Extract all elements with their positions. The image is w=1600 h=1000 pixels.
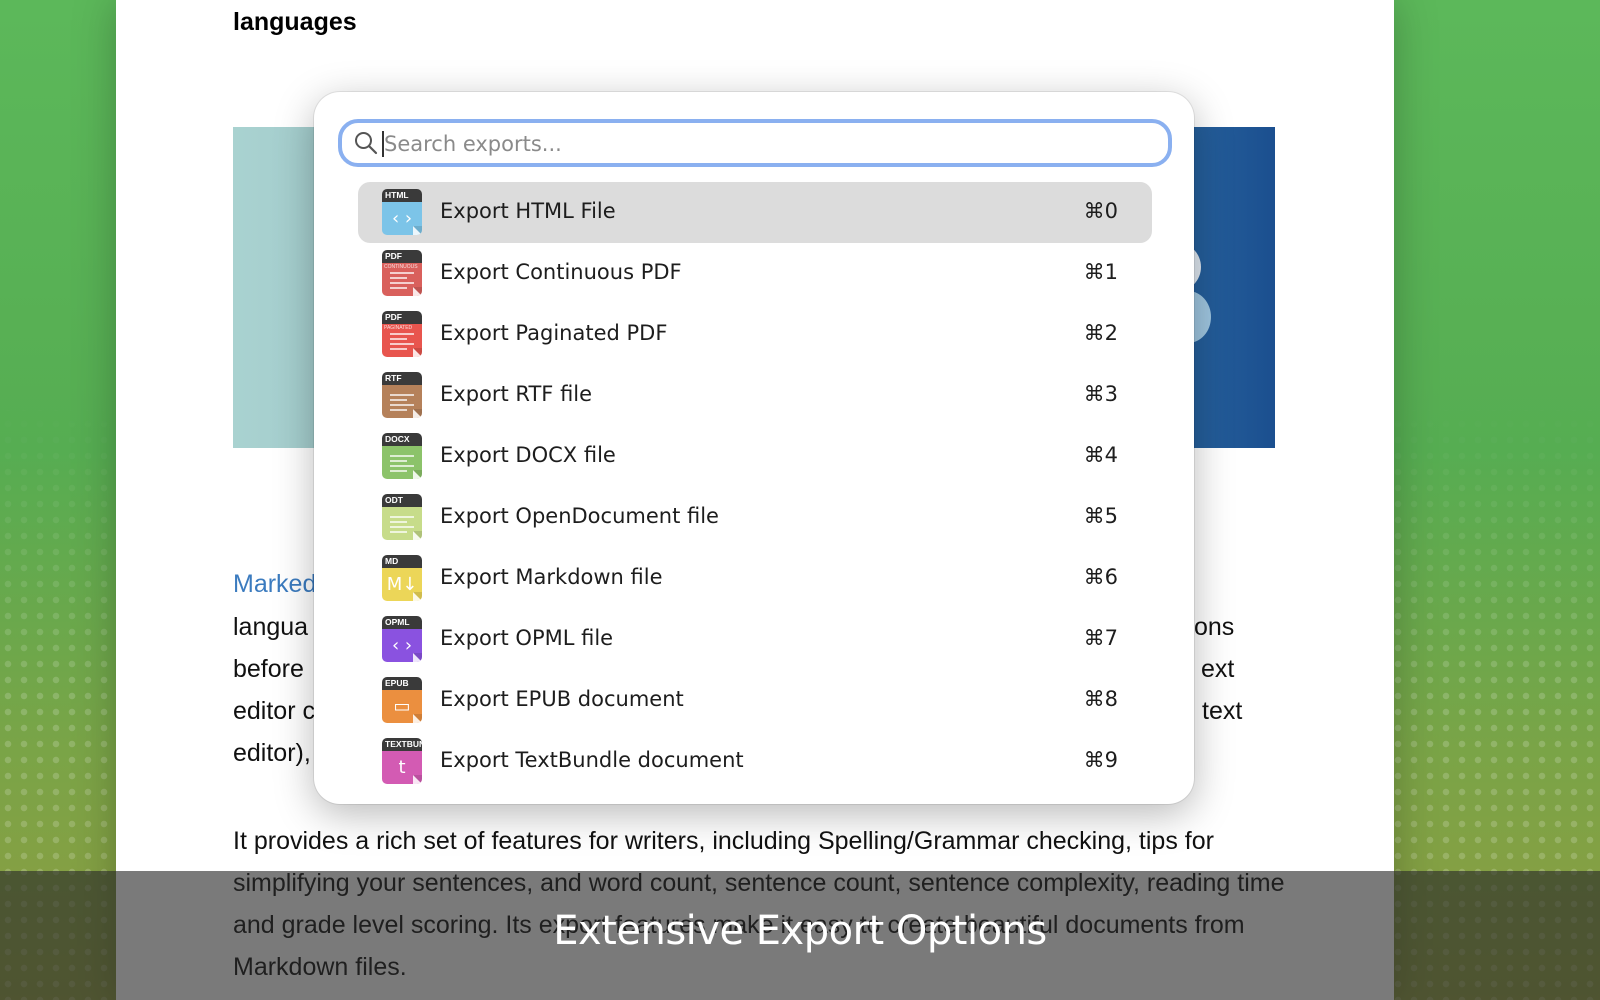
page-fold-icon xyxy=(413,409,422,418)
file-type-badge: MD xyxy=(382,555,422,568)
file-type-subbadge: CONTINUOUS xyxy=(384,264,418,270)
caption-text: Extensive Export Options xyxy=(553,908,1047,954)
background-pattern-left xyxy=(0,0,120,1000)
file-type-icon: RTF xyxy=(382,372,422,418)
page-fold-icon xyxy=(413,653,422,662)
export-item-label: Export EPUB document xyxy=(440,687,684,711)
search-field[interactable] xyxy=(338,119,1172,167)
document-lines-icon xyxy=(390,516,414,536)
file-type-badge: PDF xyxy=(382,311,422,324)
file-type-badge: PDF xyxy=(382,250,422,263)
keyboard-shortcut: ⌘1 xyxy=(1083,260,1118,284)
file-type-icon: TEXTBUNDLEt xyxy=(382,738,422,784)
file-type-badge: ODT xyxy=(382,494,422,507)
file-type-icon: DOCX xyxy=(382,433,422,479)
file-type-icon: OPML ‹ › xyxy=(382,616,422,662)
file-type-icon: HTML ‹ › xyxy=(382,189,422,235)
export-item-label: Export OpenDocument file xyxy=(440,504,719,528)
document-text-fragment: langua xyxy=(233,613,309,641)
export-item[interactable]: EPUB ▭ Export EPUB document ⌘8 xyxy=(358,670,1152,731)
search-icon xyxy=(355,132,378,155)
document-lines-icon xyxy=(390,272,414,292)
document-lines-icon xyxy=(390,333,414,353)
file-type-icon: ODT xyxy=(382,494,422,540)
export-item-label: Export DOCX file xyxy=(440,443,616,467)
document-text-fragment: text xyxy=(1202,697,1243,725)
export-item-label: Export Paginated PDF xyxy=(440,321,668,345)
keyboard-shortcut: ⌘8 xyxy=(1083,687,1118,711)
document-text-fragment: before xyxy=(233,655,304,683)
file-type-subbadge: PAGINATED xyxy=(384,325,413,331)
page-fold-icon xyxy=(413,714,422,723)
file-type-badge: OPML xyxy=(382,616,422,629)
export-item[interactable]: PDF CONTINUOUS Export Continuous PDF ⌘1 xyxy=(358,243,1152,304)
page-fold-icon xyxy=(413,470,422,479)
document-text-fragment: editor c xyxy=(233,697,315,725)
file-type-badge: RTF xyxy=(382,372,422,385)
file-type-icon: EPUB ▭ xyxy=(382,677,422,723)
file-type-badge: DOCX xyxy=(382,433,422,446)
keyboard-shortcut: ⌘2 xyxy=(1083,321,1118,345)
export-item[interactable]: RTF Export RTF file ⌘3 xyxy=(358,365,1152,426)
keyboard-shortcut: ⌘0 xyxy=(1083,199,1118,223)
export-item-label: Export RTF file xyxy=(440,382,593,406)
export-item-label: Export Markdown file xyxy=(440,565,663,589)
page-fold-icon xyxy=(413,775,422,784)
file-type-badge: EPUB xyxy=(382,677,422,690)
file-type-badge: HTML xyxy=(382,189,422,202)
export-item-label: Export TextBundle document xyxy=(440,748,744,772)
export-item[interactable]: HTML ‹ › Export HTML File ⌘0 xyxy=(358,182,1152,243)
export-item-label: Export OPML file xyxy=(440,626,614,650)
document-link[interactable]: Marked xyxy=(233,570,316,599)
page-fold-icon xyxy=(413,348,422,357)
page-fold-icon xyxy=(413,287,422,296)
export-palette: HTML‹ ›Export HTML File⌘0PDFCONTINUOUSEx… xyxy=(314,92,1194,804)
keyboard-shortcut: ⌘3 xyxy=(1083,382,1118,406)
page-fold-icon xyxy=(413,226,422,235)
search-input[interactable] xyxy=(382,126,1156,162)
file-type-badge: TEXTBUNDLE xyxy=(382,738,422,751)
file-type-icon: PDF PAGINATED xyxy=(382,311,422,357)
keyboard-shortcut: ⌘5 xyxy=(1083,504,1118,528)
export-item-label: Export Continuous PDF xyxy=(440,260,682,284)
keyboard-shortcut: ⌘7 xyxy=(1083,626,1118,650)
export-item[interactable]: OPML ‹ › Export OPML file ⌘7 xyxy=(358,609,1152,670)
text-caret xyxy=(382,131,384,157)
keyboard-shortcut: ⌘6 xyxy=(1083,565,1118,589)
file-type-icon: MD M↓ xyxy=(382,555,422,601)
background-pattern-right xyxy=(1390,0,1600,1000)
export-item[interactable]: TEXTBUNDLEt Export TextBundle document ⌘9 xyxy=(358,731,1152,792)
file-type-icon: PDF CONTINUOUS xyxy=(382,250,422,296)
page-fold-icon xyxy=(413,531,422,540)
export-list: HTML ‹ › Export HTML File ⌘0 PDF CONTINUOUS Ex… xyxy=(358,182,1152,792)
document-text-fragment: ons xyxy=(1194,613,1235,641)
export-item[interactable]: MD M↓ Export Markdown file ⌘6 xyxy=(358,548,1152,609)
page-fold-icon xyxy=(413,592,422,601)
document-heading: languages xyxy=(233,8,357,36)
export-item[interactable]: DOCX Export DOCX file ⌘4 xyxy=(358,426,1152,487)
keyboard-shortcut: ⌘9 xyxy=(1083,748,1118,772)
document-lines-icon xyxy=(390,394,414,414)
document-lines-icon xyxy=(390,455,414,475)
export-item[interactable]: PDF PAGINATED Export Paginated PDF ⌘2 xyxy=(358,304,1152,365)
keyboard-shortcut: ⌘4 xyxy=(1083,443,1118,467)
document-text-fragment: ext xyxy=(1201,655,1235,683)
export-item-label: Export HTML File xyxy=(440,199,616,223)
document-text-fragment: editor), xyxy=(233,739,311,767)
export-item[interactable]: ODT Export OpenDocument file ⌘5 xyxy=(358,487,1152,548)
